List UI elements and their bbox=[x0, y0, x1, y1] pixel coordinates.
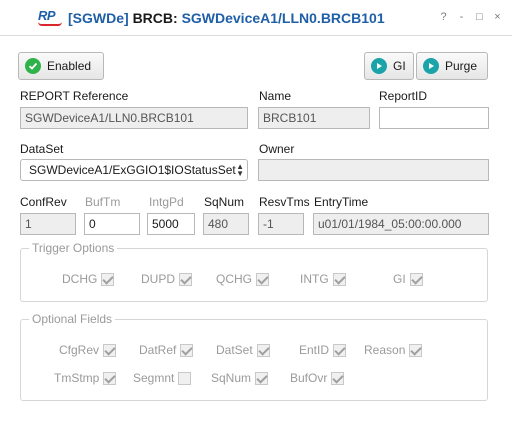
trigger-intg-checkbox[interactable]: INTG bbox=[300, 272, 346, 286]
optional-fields-legend: Optional Fields bbox=[29, 312, 116, 326]
title-bar: RP [SGWDe] BRCB: SGWDeviceA1/LLN0.BRCB10… bbox=[0, 0, 512, 36]
optfield-reason-checkbox[interactable]: Reason bbox=[364, 343, 423, 357]
play-icon bbox=[371, 58, 387, 74]
checkbox-icon bbox=[333, 343, 347, 357]
checkbox-icon bbox=[255, 371, 269, 385]
app-logo: RP bbox=[38, 8, 62, 28]
intgpd-label: IntgPd bbox=[149, 195, 184, 209]
checkbox-icon bbox=[331, 371, 345, 385]
name-label: Name bbox=[259, 89, 292, 103]
dataset-select[interactable]: SGWDeviceA1/ExGGIO1$IOStatusSet ▲ ▼ bbox=[20, 159, 248, 181]
intgpd-input[interactable]: 5000 bbox=[147, 213, 195, 235]
checkbox-icon bbox=[180, 343, 194, 357]
maximize-button[interactable]: □ bbox=[475, 11, 484, 23]
sqnum-field: 480 bbox=[203, 213, 249, 235]
logo-text: RP bbox=[38, 8, 56, 23]
report-reference-field: SGWDeviceA1/LLN0.BRCB101 bbox=[20, 107, 248, 129]
buftm-label: BufTm bbox=[85, 195, 121, 209]
owner-field bbox=[258, 159, 489, 181]
reportid-input[interactable] bbox=[379, 107, 489, 129]
checkbox-icon bbox=[179, 272, 193, 286]
optfield-tmstmp-checkbox[interactable]: TmStmp bbox=[54, 371, 117, 385]
enabled-label: Enabled bbox=[47, 59, 92, 73]
checkbox-icon bbox=[409, 343, 423, 357]
checkbox-icon bbox=[409, 272, 423, 286]
checkbox-icon bbox=[332, 272, 346, 286]
purge-label: Purge bbox=[445, 59, 478, 73]
trigger-options-legend: Trigger Options bbox=[29, 241, 118, 255]
resvtms-label: ResvTms bbox=[259, 195, 310, 209]
entrytime-field: u01/01/1984_05:00:00.000 bbox=[313, 213, 489, 235]
optfield-segmnt-label: Segmnt bbox=[133, 371, 175, 385]
trigger-dchg-label: DCHG bbox=[62, 272, 98, 286]
checkbox-icon bbox=[103, 371, 117, 385]
window-title: [SGWDe] BRCB: SGWDeviceA1/LLN0.BRCB101 bbox=[68, 10, 385, 26]
checkbox-icon bbox=[256, 343, 270, 357]
purge-button[interactable]: Purge bbox=[416, 52, 488, 80]
enabled-button[interactable]: Enabled bbox=[18, 52, 104, 80]
gi-label: GI bbox=[393, 59, 406, 73]
optfield-reason-label: Reason bbox=[364, 343, 406, 357]
title-prefix: BRCB: bbox=[132, 10, 178, 26]
window-controls: ? - □ × bbox=[439, 11, 502, 23]
trigger-options-group: Trigger Options DCHG DUPD QCHG INTG GI bbox=[20, 241, 488, 302]
dataset-label: DataSet bbox=[20, 142, 64, 156]
close-button[interactable]: × bbox=[493, 11, 502, 23]
minimize-button[interactable]: - bbox=[457, 11, 466, 23]
optfield-datset-checkbox[interactable]: DatSet bbox=[216, 343, 270, 357]
owner-label: Owner bbox=[259, 142, 295, 156]
dataset-value: SGWDeviceA1/ExGGIO1$IOStatusSet bbox=[29, 163, 236, 177]
help-button[interactable]: ? bbox=[439, 11, 448, 23]
optfield-datset-label: DatSet bbox=[216, 343, 253, 357]
optfield-entid-checkbox[interactable]: EntID bbox=[299, 343, 347, 357]
optfield-bufovr-checkbox[interactable]: BufOvr bbox=[290, 371, 345, 385]
trigger-gi-label: GI bbox=[393, 272, 406, 286]
optfield-sqnum-label: SqNum bbox=[211, 371, 252, 385]
trigger-qchg-label: QCHG bbox=[216, 272, 252, 286]
trigger-dchg-checkbox[interactable]: DCHG bbox=[62, 272, 115, 286]
trigger-gi-checkbox[interactable]: GI bbox=[393, 272, 423, 286]
spinner-arrows-icon: ▲ ▼ bbox=[236, 162, 244, 178]
optfield-entid-label: EntID bbox=[299, 343, 330, 357]
sqnum-label: SqNum bbox=[204, 195, 245, 209]
buftm-input[interactable]: 0 bbox=[84, 213, 140, 235]
optfield-tmstmp-label: TmStmp bbox=[54, 371, 100, 385]
checkbox-icon bbox=[101, 272, 115, 286]
checkbox-icon bbox=[103, 343, 117, 357]
report-reference-label: REPORT Reference bbox=[20, 89, 129, 103]
logo-swoosh bbox=[38, 22, 62, 26]
optfield-datref-checkbox[interactable]: DatRef bbox=[139, 343, 194, 357]
reportid-label: ReportID bbox=[379, 89, 428, 103]
device-tag: [SGWDe] bbox=[68, 10, 129, 26]
title-path: SGWDeviceA1/LLN0.BRCB101 bbox=[181, 10, 385, 26]
resvtms-field: -1 bbox=[258, 213, 304, 235]
name-field: BRCB101 bbox=[258, 107, 370, 129]
entrytime-label: EntryTime bbox=[314, 195, 369, 209]
optfield-bufovr-label: BufOvr bbox=[290, 371, 328, 385]
optfield-segmnt-checkbox[interactable]: Segmnt bbox=[133, 371, 192, 385]
optional-fields-group: Optional Fields CfgRev DatRef DatSet Ent… bbox=[20, 312, 488, 401]
optfield-sqnum-checkbox[interactable]: SqNum bbox=[211, 371, 269, 385]
confrev-label: ConfRev bbox=[20, 195, 67, 209]
trigger-intg-label: INTG bbox=[300, 272, 329, 286]
optfield-cfgrev-label: CfgRev bbox=[59, 343, 100, 357]
checkbox-icon bbox=[178, 371, 192, 385]
check-circle-icon bbox=[25, 58, 41, 74]
trigger-qchg-checkbox[interactable]: QCHG bbox=[216, 272, 269, 286]
optfield-cfgrev-checkbox[interactable]: CfgRev bbox=[59, 343, 117, 357]
trigger-dupd-checkbox[interactable]: DUPD bbox=[141, 272, 193, 286]
trigger-dupd-label: DUPD bbox=[141, 272, 176, 286]
gi-button[interactable]: GI bbox=[364, 52, 414, 80]
checkbox-icon bbox=[256, 272, 269, 286]
optfield-datref-label: DatRef bbox=[139, 343, 177, 357]
confrev-field: 1 bbox=[20, 213, 76, 235]
play-icon bbox=[423, 58, 439, 74]
